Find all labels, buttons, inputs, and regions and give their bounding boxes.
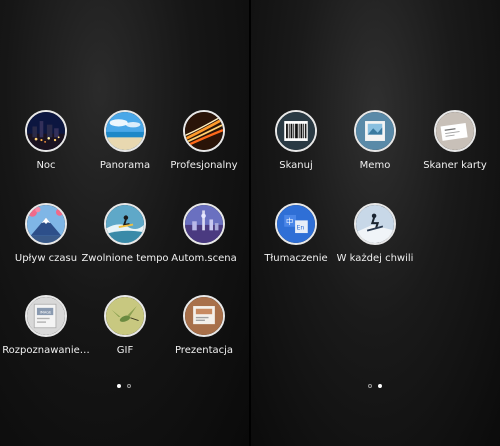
memo-photo-icon — [354, 110, 396, 152]
mode-skaner-karty[interactable]: Skaner karty — [410, 110, 500, 172]
mode-label: Panorama — [99, 160, 151, 171]
page-dot-1[interactable] — [368, 384, 372, 388]
camera-modes-page-2: Skanuj Memo Skaner karty 中 En Tłumaczeni… — [251, 0, 500, 446]
mode-autom-scena[interactable]: Autom.scena — [159, 203, 249, 265]
page-dot-2[interactable] — [127, 384, 131, 388]
mode-rozpoznawanie[interactable]: IMAGE Rozpoznawanie… — [1, 295, 91, 357]
mode-label: GIF — [116, 345, 134, 356]
mode-tlumaczenie[interactable]: 中 En Tłumaczenie — [251, 203, 341, 265]
mode-zwolnione-tempo[interactable]: Zwolnione tempo — [80, 203, 170, 265]
page-dot-1-active[interactable] — [117, 384, 121, 388]
mode-label: Zwolnione tempo — [81, 253, 169, 264]
mode-label: Prezentacja — [174, 345, 234, 356]
business-card-icon — [434, 110, 476, 152]
svg-text:中: 中 — [286, 217, 293, 226]
panorama-beach-icon — [104, 110, 146, 152]
page-dot-2-active[interactable] — [378, 384, 382, 388]
barcode-icon — [275, 110, 317, 152]
svg-text:IMAGE: IMAGE — [40, 310, 52, 314]
mode-label: Upływ czasu — [14, 253, 78, 264]
mode-prezentacja[interactable]: Prezentacja — [159, 295, 249, 357]
night-city-icon — [25, 110, 67, 152]
mode-label: Profesjonalny — [170, 160, 238, 171]
page-indicator — [368, 384, 382, 390]
light-trails-icon — [183, 110, 225, 152]
mode-label: Memo — [359, 160, 391, 171]
mount-fuji-icon — [25, 203, 67, 245]
camera-modes-page-1: Noc Panorama Profesjonalny Upływ czasu Z… — [0, 0, 249, 446]
svg-text:En: En — [296, 224, 304, 231]
hummingbird-icon — [104, 295, 146, 337]
mode-uplyw-czasu[interactable]: Upływ czasu — [1, 203, 91, 265]
mode-label: Skanuj — [279, 160, 313, 171]
any-time-snowboard-icon — [354, 203, 396, 245]
mode-label: Autom.scena — [171, 253, 237, 264]
mode-w-kazdej-chwili[interactable]: W każdej chwili — [330, 203, 420, 265]
mode-label: Tłumaczenie — [264, 253, 328, 264]
mode-skanuj[interactable]: Skanuj — [251, 110, 341, 172]
image-recognition-icon: IMAGE — [25, 295, 67, 337]
mode-label: W każdej chwili — [336, 253, 414, 264]
mode-label: Rozpoznawanie… — [2, 345, 90, 356]
mode-label: Skaner karty — [423, 160, 487, 171]
mode-noc[interactable]: Noc — [1, 110, 91, 172]
surfer-icon — [104, 203, 146, 245]
mode-profesjonalny[interactable]: Profesjonalny — [159, 110, 249, 172]
page-indicator — [117, 384, 131, 390]
mode-gif[interactable]: GIF — [80, 295, 170, 357]
mode-label: Noc — [36, 160, 56, 171]
mode-panorama[interactable]: Panorama — [80, 110, 170, 172]
presentation-icon — [183, 295, 225, 337]
city-skyline-icon — [183, 203, 225, 245]
mode-memo[interactable]: Memo — [330, 110, 420, 172]
translate-icon: 中 En — [275, 203, 317, 245]
